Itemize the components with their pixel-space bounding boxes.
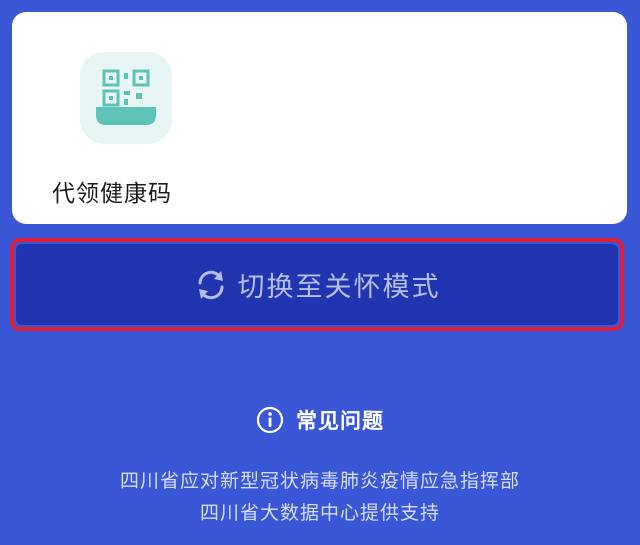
- service-card: 代领健康码: [12, 12, 627, 224]
- switch-care-mode-button[interactable]: 切换至关怀模式: [16, 244, 618, 325]
- faq-link[interactable]: 常见问题: [0, 405, 640, 435]
- footer-line-organizer: 四川省应对新型冠状病毒肺炎疫情应急指挥部: [119, 470, 520, 492]
- service-tile-health-code[interactable]: 代领健康码: [52, 48, 202, 207]
- service-tile-label: 代领健康码: [52, 181, 172, 207]
- qr-code-icon: [80, 52, 172, 144]
- refresh-icon: [198, 270, 223, 299]
- faq-label: 常见问题: [296, 409, 384, 433]
- footer-line-support: 四川省大数据中心提供支持: [199, 502, 440, 524]
- switch-care-mode-label: 切换至关怀模式: [237, 272, 441, 303]
- info-icon: [256, 406, 284, 434]
